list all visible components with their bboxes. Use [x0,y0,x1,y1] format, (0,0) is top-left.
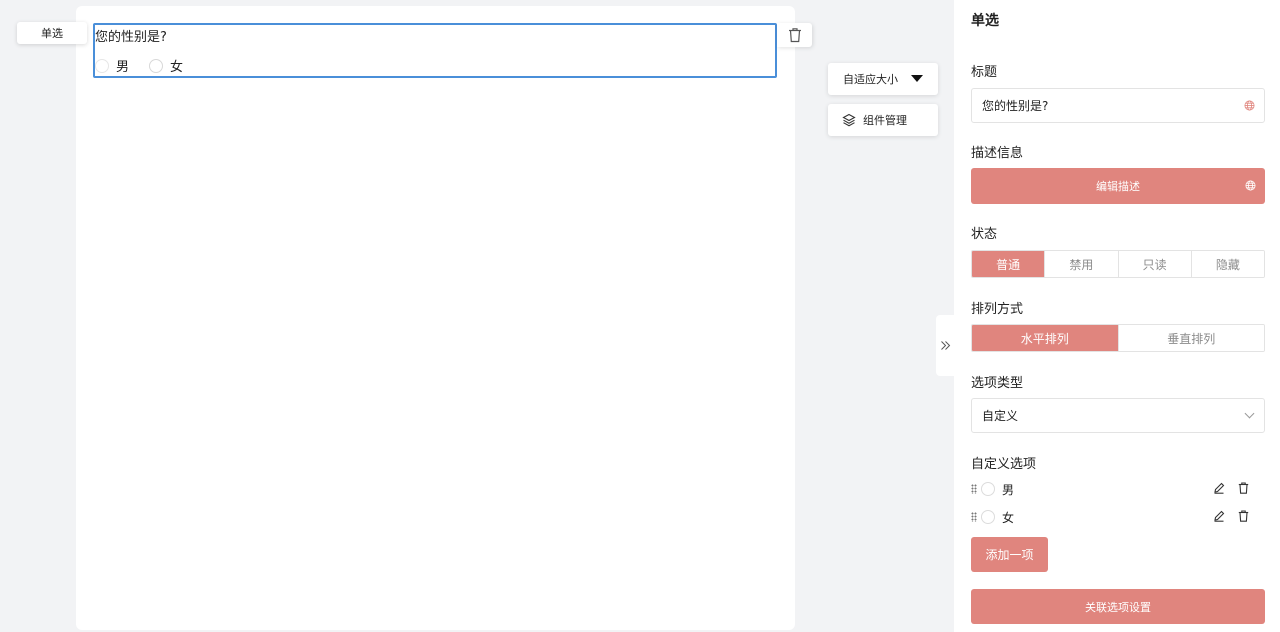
option-actions [1200,510,1249,522]
selected-question[interactable]: 您的性别是? 男 女 [93,23,777,78]
linked-options-label: 关联选项设置 [1085,600,1151,614]
status-segmented-control: 普通 禁用 只读 隐藏 [971,250,1265,278]
option-label: 男 [116,60,130,75]
option-type-section-label: 选项类型 [971,376,1024,391]
component-type-tag: 单选 [17,22,87,44]
pencil-icon[interactable] [1213,482,1225,494]
chevron-down-icon [1244,408,1255,419]
custom-option-label: 女 [1002,510,1015,525]
layout-option-vertical[interactable]: 垂直排列 [1117,325,1264,351]
component-type-label: 单选 [41,27,63,40]
edit-description-label: 编辑描述 [1096,180,1140,193]
trash-icon [788,28,801,43]
layout-section-label: 排列方式 [971,302,1024,317]
canvas-size-dropdown[interactable]: 自适应大小 [828,63,938,95]
status-option-readonly[interactable]: 只读 [1117,251,1191,277]
radio-button[interactable] [149,58,164,73]
option-type-select[interactable]: 自定义 [971,398,1265,433]
trash-icon[interactable] [1238,482,1249,494]
option-actions [1200,482,1249,494]
custom-option-row: 男 [971,479,1265,499]
custom-option-row: 女 [971,507,1265,527]
layout-option-horizontal[interactable]: 水平排列 [972,325,1118,351]
collapse-panel-handle[interactable] [936,315,954,376]
double-chevron-right-icon [940,341,950,350]
option-label: 女 [170,60,184,75]
title-input-value: 您的性别是? [982,99,1049,113]
pencil-icon[interactable] [1213,510,1225,522]
question-option-female[interactable]: 女 [149,56,183,75]
linked-options-button[interactable]: 关联选项设置 [971,589,1265,624]
component-manager-button[interactable]: 组件管理 [828,104,938,136]
title-input[interactable]: 您的性别是? [971,88,1265,123]
add-option-button[interactable]: 添加一项 [971,537,1048,572]
component-manager-label: 组件管理 [863,114,907,127]
edit-description-button[interactable]: 编辑描述 [971,168,1265,204]
form-canvas [76,6,795,630]
status-option-normal[interactable]: 普通 [972,251,1045,277]
radio-button[interactable] [95,58,109,73]
option-default-radio[interactable] [981,510,995,524]
layers-icon [842,113,856,127]
option-default-radio[interactable] [981,482,995,496]
drag-handle-icon[interactable] [971,484,977,494]
status-option-hidden[interactable]: 隐藏 [1190,251,1264,277]
layout-segmented-control: 水平排列 垂直排列 [971,324,1265,352]
panel-title: 单选 [971,13,999,29]
canvas-size-label: 自适应大小 [843,73,898,86]
drag-handle-icon[interactable] [971,512,977,522]
properties-panel: 单选 标题 您的性别是? 描述信息 编辑描述 状态 普通 禁用 只读 隐藏 排列… [954,0,1280,632]
status-option-disabled[interactable]: 禁用 [1044,251,1118,277]
trash-icon[interactable] [1238,510,1249,522]
question-title: 您的性别是? [95,30,167,45]
status-section-label: 状态 [971,227,998,242]
title-section-label: 标题 [971,65,998,80]
question-options: 男 女 [95,56,203,75]
globe-icon[interactable] [1244,100,1255,111]
description-section-label: 描述信息 [971,146,1024,161]
question-option-male[interactable]: 男 [95,56,129,75]
option-type-value: 自定义 [982,409,1019,423]
caret-down-icon [911,75,923,82]
custom-option-label: 男 [1002,482,1015,497]
custom-options-section-label: 自定义选项 [971,457,1037,472]
delete-question-button[interactable] [777,23,812,47]
globe-icon[interactable] [1245,180,1256,191]
